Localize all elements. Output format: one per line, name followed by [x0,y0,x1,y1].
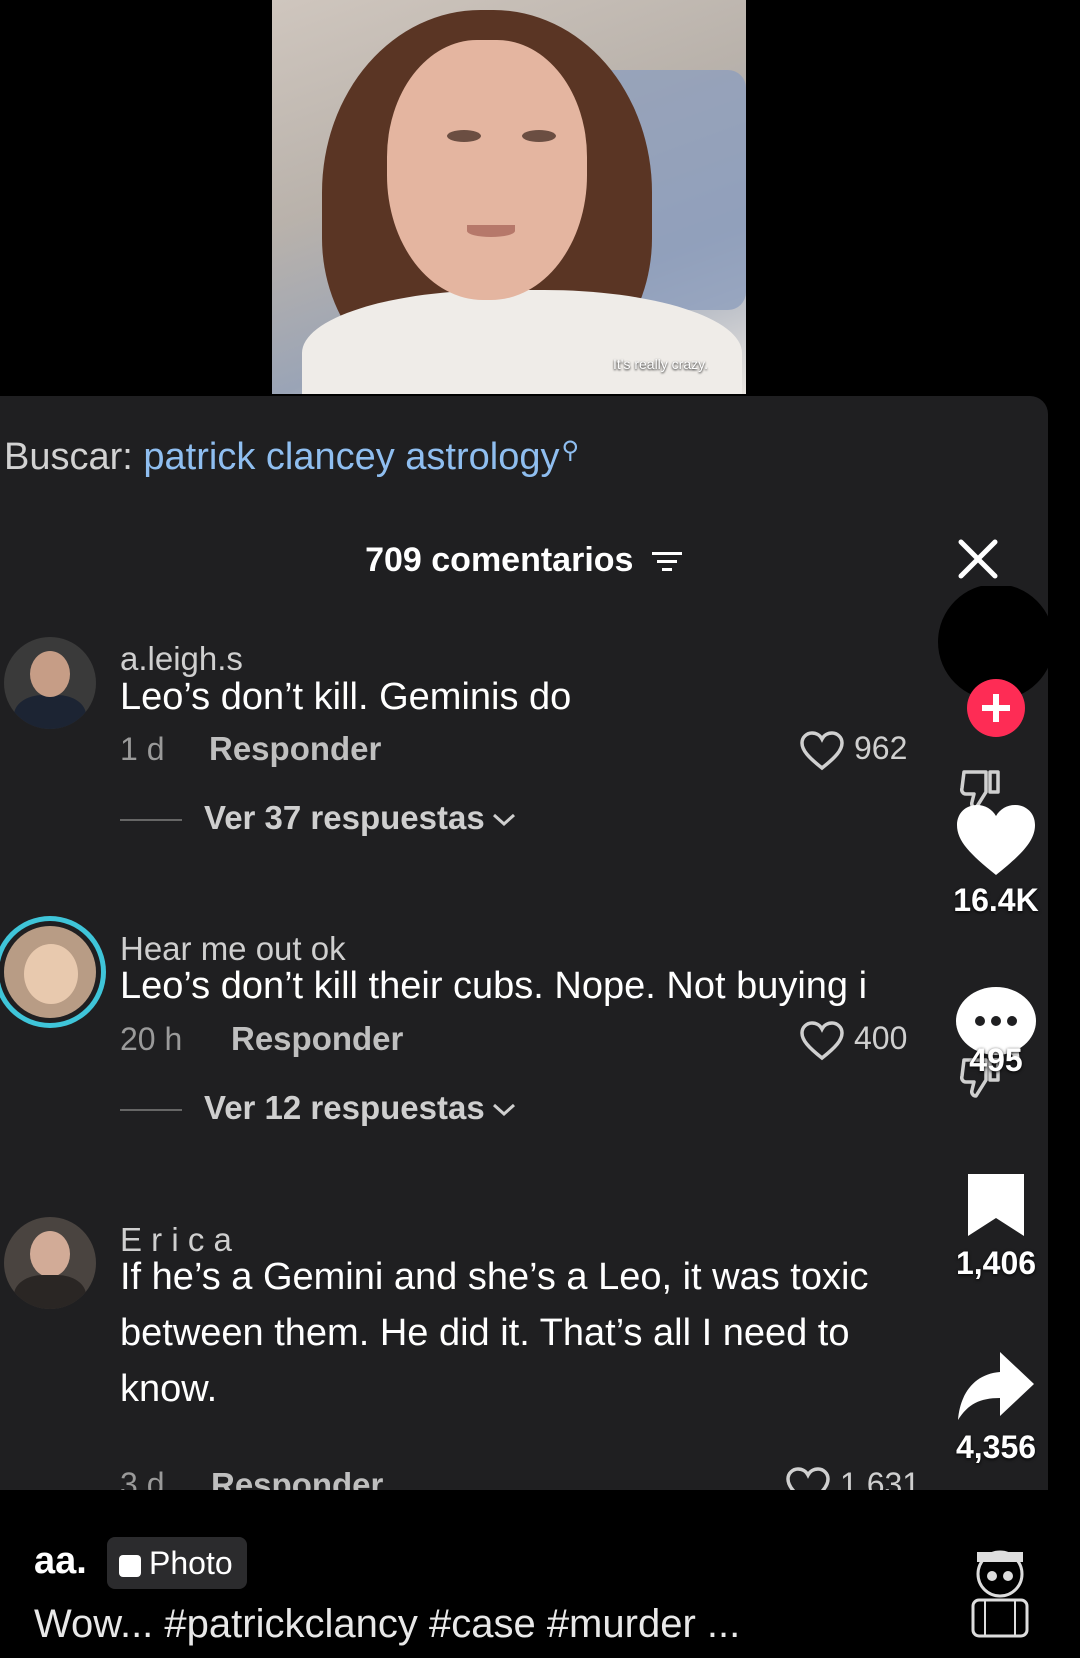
heart-outline-icon [786,1466,830,1490]
post-caption[interactable]: Wow... #patrickclancy #case #murder ... [34,1602,740,1647]
comment-text: Leo’s don’t kill. Geminis do [120,676,572,718]
view-replies-link[interactable]: Ver 12 respuestas [120,1089,517,1127]
photo-icon [119,1555,141,1577]
view-replies-link[interactable]: Ver 37 respuestas [120,799,517,837]
comment-action[interactable]: 495 [936,985,1056,1079]
shirt [302,290,742,394]
filter-icon[interactable] [651,549,683,575]
view-replies-label: Ver 37 respuestas [204,799,485,836]
comment-like-button[interactable]: 1,631 [786,1466,920,1490]
avatar[interactable] [4,637,96,729]
follow-plus-icon[interactable] [966,678,1026,738]
face [387,40,587,300]
comments-panel: Buscar: patrick clancey astrology⚲ 709 c… [0,396,1048,1490]
search-suggestion[interactable]: Buscar: patrick clancey astrology⚲ [4,436,579,479]
search-prefix: Buscar: [4,436,133,478]
comment-time: 1 d [120,731,165,767]
avatar-head [30,1231,70,1277]
share-action[interactable]: 4,356 [936,1348,1056,1466]
avatar-head [24,944,78,1004]
comment-like-count: 400 [854,1020,908,1056]
creator-avatar-group[interactable] [936,584,1056,737]
chevron-down-icon [492,1104,515,1117]
eye-right [522,130,556,142]
music-disc-icon[interactable] [955,1534,1045,1642]
comment-like-count: 1,631 [840,1466,921,1490]
comment-time: 3 d [120,1466,165,1490]
comments-count-row: 709 comentarios [0,541,1048,580]
avatar-body [14,695,86,729]
eye-left [447,130,481,142]
comment-time: 20 h [120,1021,183,1057]
post-author[interactable]: aa. [34,1540,87,1583]
comment-text: Leo’s don’t kill their cubs. Nope. Not b… [120,965,868,1007]
share-arrow-icon[interactable] [956,1348,1036,1424]
comments-count: 709 comentarios [365,541,634,579]
like-count: 16.4K [953,882,1039,918]
photo-badge: Photo [107,1537,247,1589]
thread-divider [120,1109,182,1112]
comment-like-count: 962 [854,730,908,766]
comment-text: If he’s a Gemini and she’s a Leo, it was… [120,1256,869,1410]
avatar[interactable] [4,926,96,1018]
heart-icon[interactable] [955,803,1037,877]
search-query[interactable]: patrick clancey astrology [143,436,559,478]
share-count: 4,356 [955,1429,1037,1465]
comment-like-button[interactable]: 962 [800,730,907,771]
video-thumbnail[interactable]: It's really crazy. [272,0,746,394]
thread-divider [120,819,182,822]
like-action[interactable]: 16.4K [936,803,1056,919]
avatar-head [30,651,70,697]
comment-like-button[interactable]: 400 [800,1020,907,1061]
save-action[interactable]: 1,406 [936,1170,1056,1282]
close-icon[interactable] [955,536,1001,582]
bookmark-icon[interactable] [964,1170,1028,1240]
chevron-down-icon [492,814,515,827]
avatar-body [14,1275,86,1309]
avatar[interactable] [4,1217,96,1309]
heart-outline-icon [800,730,844,770]
reply-button[interactable]: Responder [211,1466,383,1490]
view-replies-label: Ver 12 respuestas [204,1089,485,1126]
save-count: 1,406 [955,1245,1037,1281]
reply-button[interactable]: Responder [231,1020,403,1058]
video-caption: It's really crazy. [613,356,708,372]
mouth [467,225,515,237]
reply-button[interactable]: Responder [209,730,381,768]
heart-outline-icon [800,1020,844,1060]
search-icon: ⚲ [561,437,580,464]
photo-badge-label: Photo [149,1545,233,1581]
